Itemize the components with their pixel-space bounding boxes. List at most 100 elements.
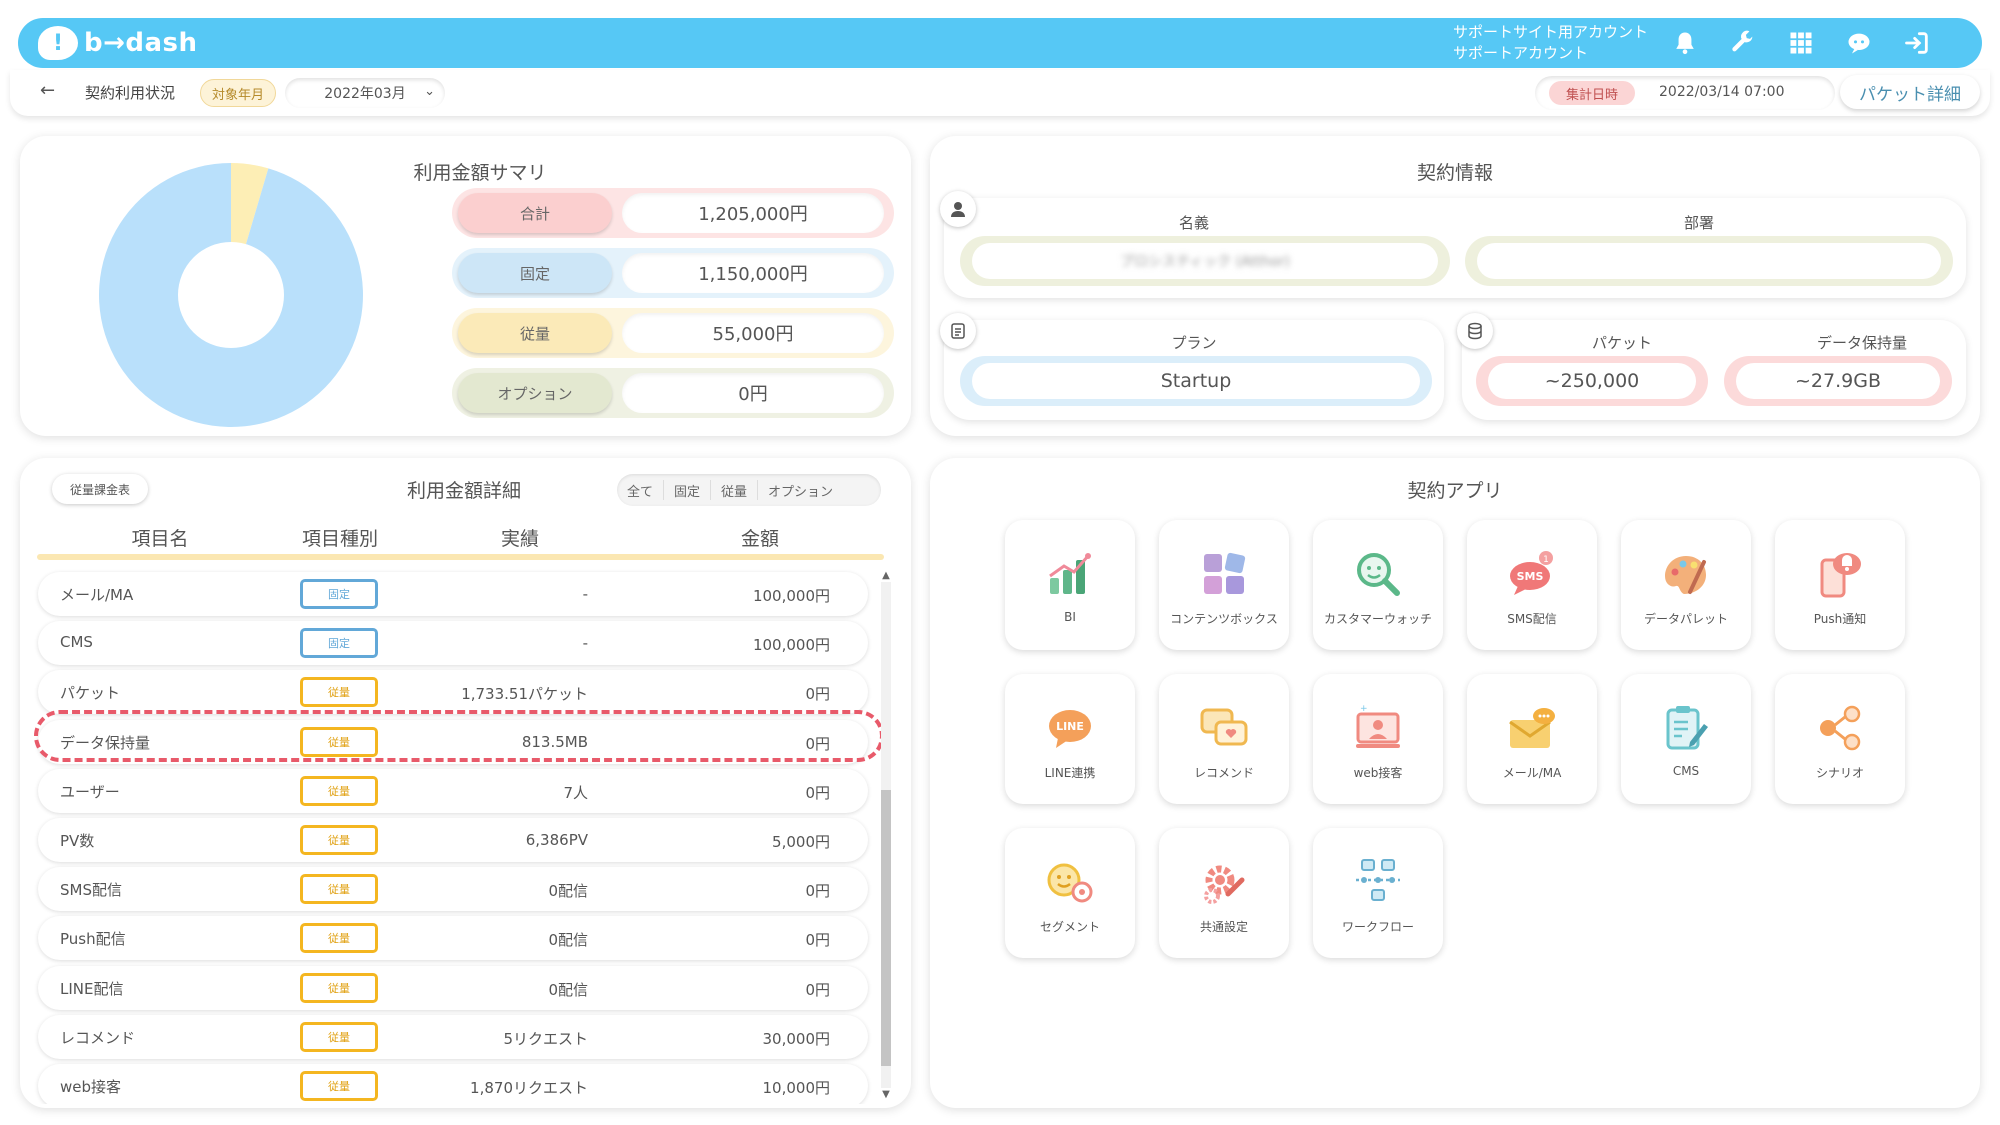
page-title: 契約利用状況 bbox=[85, 84, 176, 102]
push-notification-icon bbox=[1820, 553, 1861, 598]
row-actual: 1,870リクエスト bbox=[470, 1079, 588, 1097]
owner-box: 名義 部署 プロシスティック (Atthor) bbox=[944, 198, 1966, 298]
svg-text:LINE: LINE bbox=[1056, 720, 1084, 733]
plan-value: Startup bbox=[1160, 370, 1232, 392]
mail-ma-icon bbox=[1509, 708, 1555, 748]
summary-card: 利用金額サマリ 合計 1,205,000円 固定 1,150,000円 従量 5… bbox=[20, 136, 911, 436]
row-type-badge: 従量 bbox=[300, 972, 378, 1003]
row-name: メール/MA bbox=[60, 586, 134, 604]
row-amount: 0円 bbox=[805, 783, 830, 802]
table-row: ユーザー 従量 7人 0円 bbox=[38, 768, 868, 813]
detail-table-body[interactable]: メール/MA 固定 -100,000円 CMS 固定 -100,000円 パケット 従量 1,7… bbox=[30, 564, 880, 1104]
segment-icon bbox=[1047, 863, 1093, 903]
summary-value: 55,000円 bbox=[622, 313, 884, 353]
app-label: データパレット bbox=[1643, 612, 1728, 626]
scroll-up-icon[interactable]: ▲ bbox=[880, 570, 892, 581]
dept-label: 部署 bbox=[1683, 214, 1714, 232]
month-select[interactable]: 2022年03月 ⌄ bbox=[285, 78, 445, 108]
filter-fixed[interactable]: 固定 bbox=[664, 480, 712, 500]
filter-metered[interactable]: 従量 bbox=[711, 480, 759, 500]
logout-icon[interactable] bbox=[1900, 26, 1934, 60]
app-recommend[interactable]: レコメンド bbox=[1159, 674, 1289, 804]
row-amount: 100,000円 bbox=[752, 587, 830, 605]
month-select-value: 2022年03月 bbox=[324, 86, 406, 102]
plan-field: Startup bbox=[960, 356, 1432, 406]
row-actual: - bbox=[582, 634, 588, 653]
aggregate-label: 集計日時 bbox=[1549, 81, 1635, 105]
app-customer-watch[interactable]: カスタマーウォッチ bbox=[1313, 520, 1443, 650]
row-amount: 30,000円 bbox=[762, 1029, 831, 1048]
app-workflow[interactable]: ワークフロー bbox=[1313, 828, 1443, 958]
scroll-down-icon[interactable]: ▼ bbox=[880, 1089, 892, 1100]
summary-label: オプション bbox=[458, 373, 612, 413]
summary-row-fixed: 固定 1,150,000円 bbox=[452, 248, 894, 298]
support-chat-icon[interactable] bbox=[1842, 26, 1876, 60]
apps-card: 契約アプリ BI コンテンツボックス カスタマーウォッチ SMS 1 SMS配信 … bbox=[930, 458, 1980, 1108]
app-label: カスタマーウォッチ bbox=[1323, 612, 1432, 626]
packet-value: ~250,000 bbox=[1544, 370, 1640, 392]
wrench-icon[interactable] bbox=[1726, 26, 1760, 60]
row-amount: 0円 bbox=[805, 685, 830, 704]
header-divider bbox=[37, 554, 884, 560]
filter-all[interactable]: 全て bbox=[617, 480, 665, 500]
summary-label: 固定 bbox=[458, 253, 612, 293]
packet-label: パケット bbox=[1591, 334, 1652, 352]
content-box-icon bbox=[1204, 552, 1246, 594]
summary-row-metered: 従量 55,000円 bbox=[452, 308, 894, 358]
app-line[interactable]: LINE LINE連携 bbox=[1005, 674, 1135, 804]
app-scenario[interactable]: シナリオ bbox=[1775, 674, 1905, 804]
row-type-badge: 従量 bbox=[300, 825, 378, 855]
table-row: SMS配信 従量 0配信 0円 bbox=[38, 867, 868, 912]
logo[interactable]: ! b→dash bbox=[38, 24, 198, 62]
packet-field: ~250,000 bbox=[1476, 356, 1708, 406]
bi-chart-icon bbox=[1049, 553, 1091, 594]
app-segment[interactable]: セグメント bbox=[1005, 828, 1135, 958]
app-label: LINE連携 bbox=[1044, 766, 1096, 780]
name-field: プロシスティック (Atthor) bbox=[960, 236, 1450, 286]
table-row: レコメンド 従量 5リクエスト 30,000円 bbox=[38, 1014, 868, 1059]
row-name: PV数 bbox=[60, 832, 95, 850]
app-data-palette[interactable]: データパレット bbox=[1621, 520, 1751, 650]
packet-detail-button[interactable]: パケット詳細 bbox=[1840, 75, 1980, 109]
bell-icon[interactable] bbox=[1668, 26, 1702, 60]
table-row: LINE配信 従量 0配信 0円 bbox=[38, 965, 868, 1010]
type-filter-tabs: 全て 固定 従量 オプション bbox=[617, 474, 881, 506]
row-actual: 1,733.51パケット bbox=[461, 685, 588, 704]
app-push[interactable]: Push通知 bbox=[1775, 520, 1905, 650]
app-content-box[interactable]: コンテンツボックス bbox=[1159, 520, 1289, 650]
table-row: Push配信 従量 0配信 0円 bbox=[38, 916, 868, 961]
grid-icon[interactable] bbox=[1784, 26, 1818, 60]
row-actual: 0配信 bbox=[548, 882, 588, 901]
app-cms[interactable]: CMS bbox=[1621, 674, 1751, 804]
scenario-icon bbox=[1820, 705, 1861, 751]
row-name: Push配信 bbox=[60, 930, 126, 949]
table-row: パケット 従量 1,733.51パケット 0円 bbox=[38, 670, 868, 715]
app-bi[interactable]: BI bbox=[1005, 520, 1135, 650]
filter-option[interactable]: オプション bbox=[758, 480, 843, 500]
row-type-badge: 従量 bbox=[300, 1021, 378, 1052]
logo-text: b→dash bbox=[84, 28, 198, 58]
row-actual: 5リクエスト bbox=[503, 1029, 588, 1048]
app-sms[interactable]: SMS 1 SMS配信 bbox=[1467, 520, 1597, 650]
contract-title: 契約情報 bbox=[1397, 158, 1513, 185]
app-web-service[interactable]: + web接客 bbox=[1313, 674, 1443, 804]
summary-label: 合計 bbox=[458, 193, 612, 233]
account-info[interactable]: サポートサイト用アカウント サポートアカウント bbox=[1453, 22, 1648, 64]
table-row: PV数 従量 6,386PV 5,000円 bbox=[38, 818, 868, 862]
scroll-thumb[interactable] bbox=[881, 790, 891, 1066]
detail-title-text: 利用金額詳細 bbox=[406, 480, 521, 502]
table-scrollbar[interactable]: ▲ ▼ bbox=[880, 570, 892, 1100]
quota-box: パケット データ保持量 ~250,000 ~27.9GB bbox=[1462, 320, 1966, 420]
summary-row-option: オプション 0円 bbox=[452, 368, 894, 418]
app-mail-ma[interactable]: メール/MA bbox=[1467, 674, 1597, 804]
storage-field: ~27.9GB bbox=[1724, 356, 1952, 406]
contract-card: 契約情報 名義 部署 プロシスティック (Atthor) プラン Startup… bbox=[930, 136, 1980, 436]
row-actual: - bbox=[582, 585, 588, 603]
rate-table-button[interactable]: 従量課金表 bbox=[52, 474, 148, 504]
back-arrow-icon[interactable]: ← bbox=[40, 80, 55, 101]
svg-text:1: 1 bbox=[1543, 555, 1549, 565]
row-type-badge: 従量 bbox=[300, 1071, 378, 1101]
col-header-name: 項目名 bbox=[131, 528, 189, 550]
app-common-settings[interactable]: 共通設定 bbox=[1159, 828, 1289, 958]
common-settings-icon bbox=[1204, 865, 1245, 904]
